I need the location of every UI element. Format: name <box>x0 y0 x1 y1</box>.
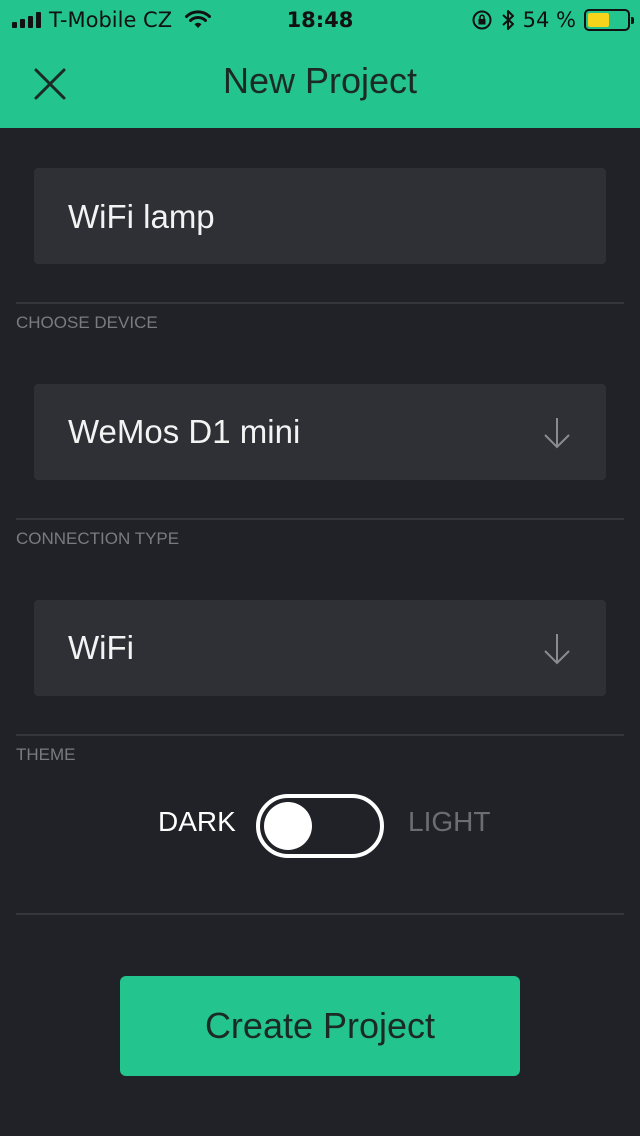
theme-label: THEME <box>16 745 76 764</box>
theme-row: DARK LIGHT <box>0 794 640 858</box>
header-bar: T-Mobile CZ 18:48 54 % New Project <box>0 0 640 128</box>
create-project-button[interactable]: Create Project <box>120 976 520 1076</box>
carrier-name: T-Mobile CZ <box>49 8 173 32</box>
theme-light-label: LIGHT <box>408 806 491 837</box>
toggle-knob <box>264 802 312 850</box>
divider <box>16 302 624 304</box>
battery-percent: 54 % <box>522 8 576 32</box>
connection-select[interactable]: WiFi <box>34 600 606 696</box>
page-title: New Project <box>222 60 418 101</box>
arrow-down-icon <box>544 634 570 665</box>
status-right: 54 % <box>471 8 634 32</box>
connection-selected-value: WiFi <box>68 629 134 666</box>
device-select[interactable]: WeMos D1 mini <box>34 384 606 480</box>
theme-dark-label: DARK <box>158 806 236 837</box>
theme-toggle[interactable] <box>256 794 384 858</box>
divider <box>16 913 624 915</box>
divider <box>16 734 624 736</box>
device-selected-value: WeMos D1 mini <box>68 413 301 450</box>
bluetooth-icon <box>501 10 514 30</box>
battery-level-fill <box>588 13 609 27</box>
orientation-lock-icon <box>472 10 492 30</box>
signal-icon <box>12 12 41 28</box>
battery-icon <box>584 9 634 31</box>
choose-device-label: CHOOSE DEVICE <box>16 313 158 332</box>
wifi-icon <box>185 10 212 28</box>
divider <box>16 518 624 520</box>
status-left: T-Mobile CZ <box>12 8 212 32</box>
project-name-input[interactable] <box>68 197 568 237</box>
arrow-down-icon <box>544 418 570 449</box>
connection-type-label: CONNECTION TYPE <box>16 529 180 548</box>
project-name-field[interactable] <box>34 168 606 264</box>
status-bar: T-Mobile CZ 18:48 54 % <box>0 0 640 40</box>
nav-bar: New Project <box>0 40 640 128</box>
